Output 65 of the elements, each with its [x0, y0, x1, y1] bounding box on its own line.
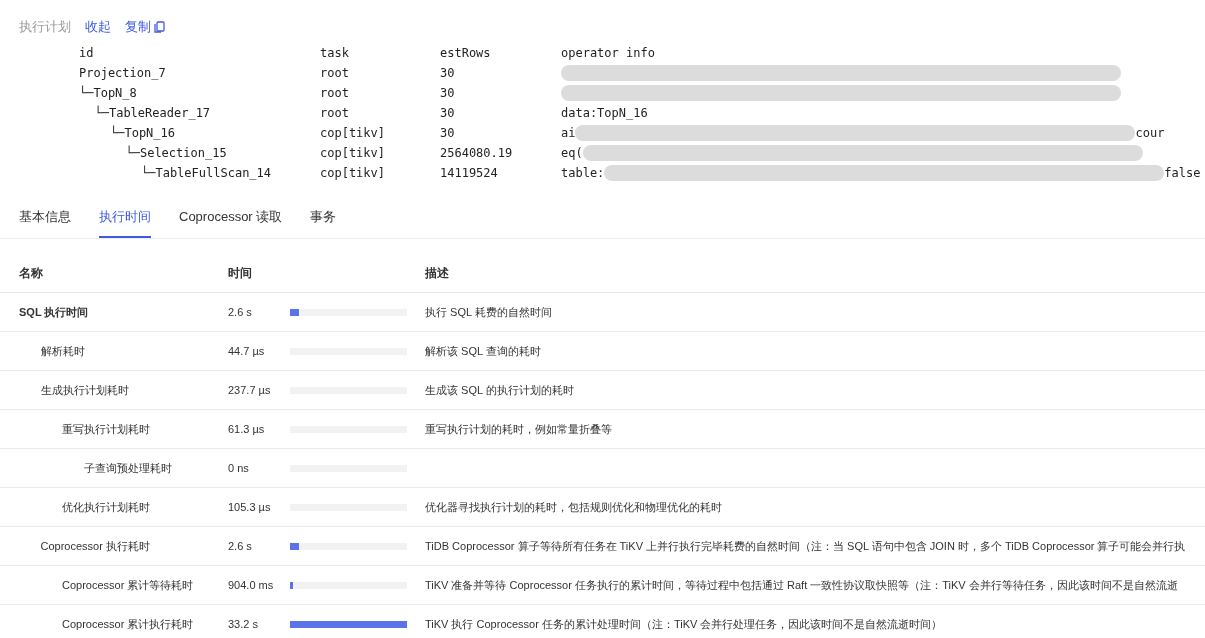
metric-name: Coprocessor 执行耗时 — [39, 538, 151, 554]
task-cell-text: cop[tikv] — [320, 164, 387, 182]
time-value: 2.6 s — [228, 538, 253, 554]
operator-id: └─TopN_8 — [79, 84, 138, 102]
metric-name: Coprocessor 累计执行耗时 — [61, 616, 195, 632]
task-cell-text: cop[tikv] — [320, 124, 387, 142]
column-header: task — [320, 44, 350, 62]
time-value: 904.0 ms — [228, 577, 275, 593]
operator-id: └─Selection_15 — [124, 144, 228, 162]
time-value: 33.2 s — [228, 616, 259, 632]
column-header: 名称 — [19, 265, 44, 282]
tab[interactable]: 执行时间 — [99, 206, 151, 238]
tab[interactable]: 基本信息 — [19, 206, 71, 238]
description: 优化器寻找执行计划的耗时，包括规则优化和物理优化的耗时 — [425, 499, 723, 515]
metric-name: 解析耗时 — [39, 343, 86, 359]
task-cell-text: cop[tikv] — [320, 144, 387, 162]
metric-name: Coprocessor 累计等待耗时 — [61, 577, 195, 593]
time-value: 0 ns — [228, 460, 250, 476]
operator-id: └─TableReader_17 — [93, 104, 212, 122]
column-header: 时间 — [228, 265, 253, 282]
metric-name: SQL 执行时间 — [19, 304, 90, 320]
task-cell-text: root — [320, 64, 350, 82]
column-header: estRows — [440, 44, 492, 62]
task-cell-text: root — [320, 84, 350, 102]
operator-info-text: false — [1164, 164, 1201, 182]
operator-id: └─TableFullScan_14 — [140, 164, 273, 182]
operator-id: └─TopN_16 — [109, 124, 177, 142]
description: 重写执行计划的耗时，例如常量折叠等 — [425, 421, 613, 437]
operator-info-text: eq( — [561, 144, 583, 162]
metric-name: 重写执行计划耗时 — [61, 421, 151, 437]
copy-link[interactable]: 复制 — [125, 17, 165, 37]
description: TiDB Coprocessor 算子等待所有任务在 TiKV 上并行执行完毕耗费的自然时间（注：当 SQL 语句中包含 JOIN 时，多个 TiDB Coprocessor 算子可能会并行执 — [425, 538, 1187, 554]
column-header: id — [79, 44, 95, 62]
est-rows-cell-text: 30 — [440, 104, 456, 122]
metric-name: 优化执行计划耗时 — [61, 499, 151, 515]
operator-id: Projection_7 — [79, 64, 167, 82]
time-value: 237.7 µs — [228, 382, 272, 398]
metric-name: 生成执行计划耗时 — [39, 382, 130, 398]
operator-info-text: cour — [1135, 124, 1165, 142]
task-cell-text: root — [320, 104, 350, 122]
section-title: 执行计划 — [19, 18, 71, 36]
est-rows-cell-text: 30 — [440, 84, 456, 102]
time-value: 2.6 s — [228, 304, 253, 320]
description: TiKV 准备并等待 Coprocessor 任务执行的累计时间，等待过程中包括通过 Raft 一致性协议取快照等（注：TiKV 会并行等待任务，因此该时间不是自然流逝 — [425, 577, 1179, 593]
est-rows-cell-text: 30 — [440, 124, 456, 142]
est-rows-cell-text: 2564080.19 — [440, 144, 514, 162]
tab[interactable]: Coprocessor 读取 — [179, 206, 283, 238]
description: 生成该 SQL 的执行计划的耗时 — [425, 382, 575, 398]
tab[interactable]: 事务 — [310, 206, 337, 238]
copy-icon — [154, 20, 165, 33]
time-value: 61.3 µs — [228, 421, 266, 437]
description: 执行 SQL 耗费的自然时间 — [425, 304, 553, 320]
metric-name: 子查询预处理耗时 — [82, 460, 173, 476]
operator-info-text: data:TopN_16 — [561, 104, 648, 122]
est-rows-cell-text: 30 — [440, 64, 456, 82]
column-header: 描述 — [425, 265, 450, 282]
column-header: operator info — [561, 44, 656, 62]
operator-info-text: table: — [561, 164, 605, 182]
est-rows-cell-text: 14119524 — [440, 164, 499, 182]
time-value: 105.3 µs — [228, 499, 272, 515]
description: 解析该 SQL 查询的耗时 — [425, 343, 542, 359]
operator-info-text: ai — [561, 124, 576, 142]
time-value: 44.7 µs — [228, 343, 266, 359]
collapse-link[interactable]: 收起 — [85, 17, 111, 37]
description: TiKV 执行 Coprocessor 任务的累计处理时间（注：TiKV 会并行处理任务，因此该时间不是自然流逝时间） — [425, 616, 944, 632]
